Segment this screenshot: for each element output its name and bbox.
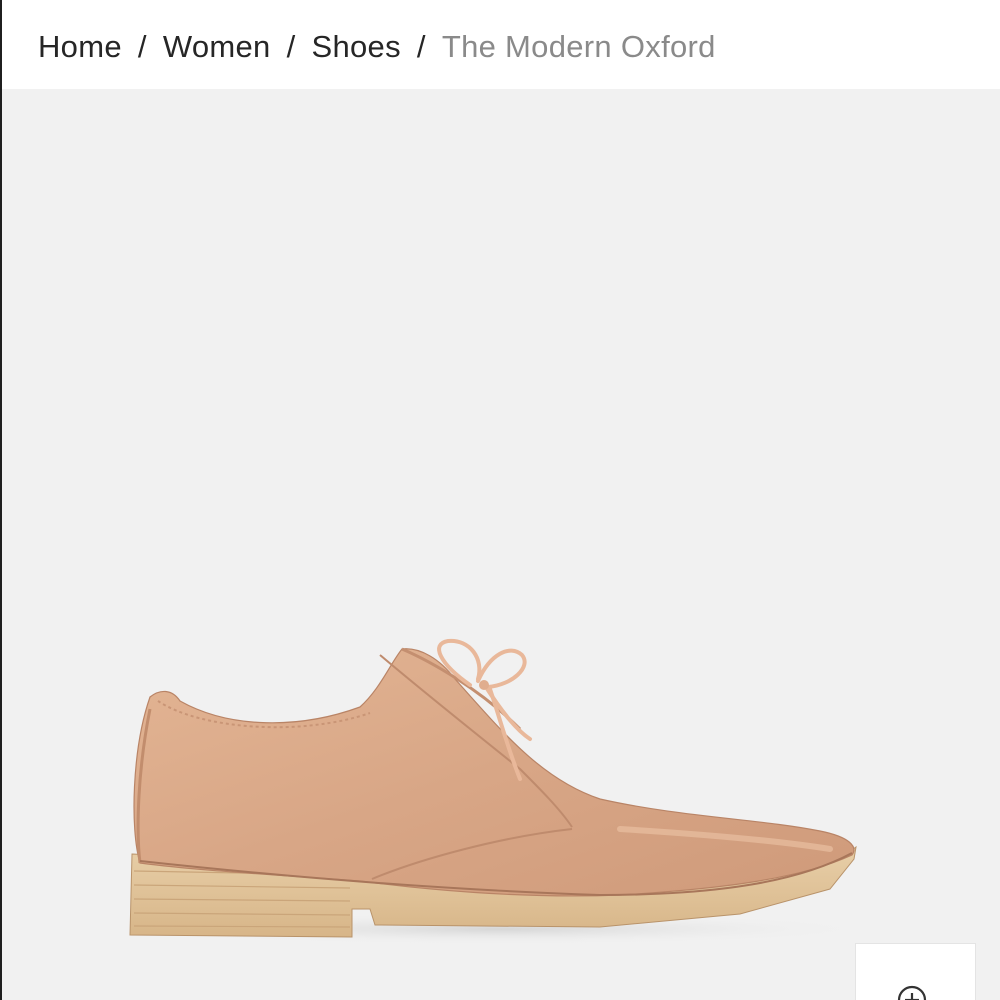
breadcrumb-current-page: The Modern Oxford	[441, 29, 716, 64]
breadcrumb-separator: /	[137, 29, 147, 64]
breadcrumb-separator: /	[286, 29, 296, 64]
breadcrumb-link-home[interactable]: Home	[38, 29, 122, 65]
zoom-button[interactable]	[855, 943, 976, 1000]
breadcrumb-separator: /	[416, 29, 426, 64]
window-edge	[0, 0, 2, 1000]
breadcrumb-link-shoes[interactable]: Shoes	[312, 29, 401, 65]
lace-knot	[479, 680, 489, 690]
breadcrumb-link-women[interactable]: Women	[163, 29, 271, 65]
breadcrumb: Home / Women / Shoes / The Modern Oxford	[38, 22, 716, 72]
product-page: Home / Women / Shoes / The Modern Oxford	[0, 0, 1000, 1000]
zoom-in-icon	[897, 985, 927, 1000]
product-image[interactable]	[0, 89, 1000, 1000]
shoe-illustration	[120, 638, 880, 945]
